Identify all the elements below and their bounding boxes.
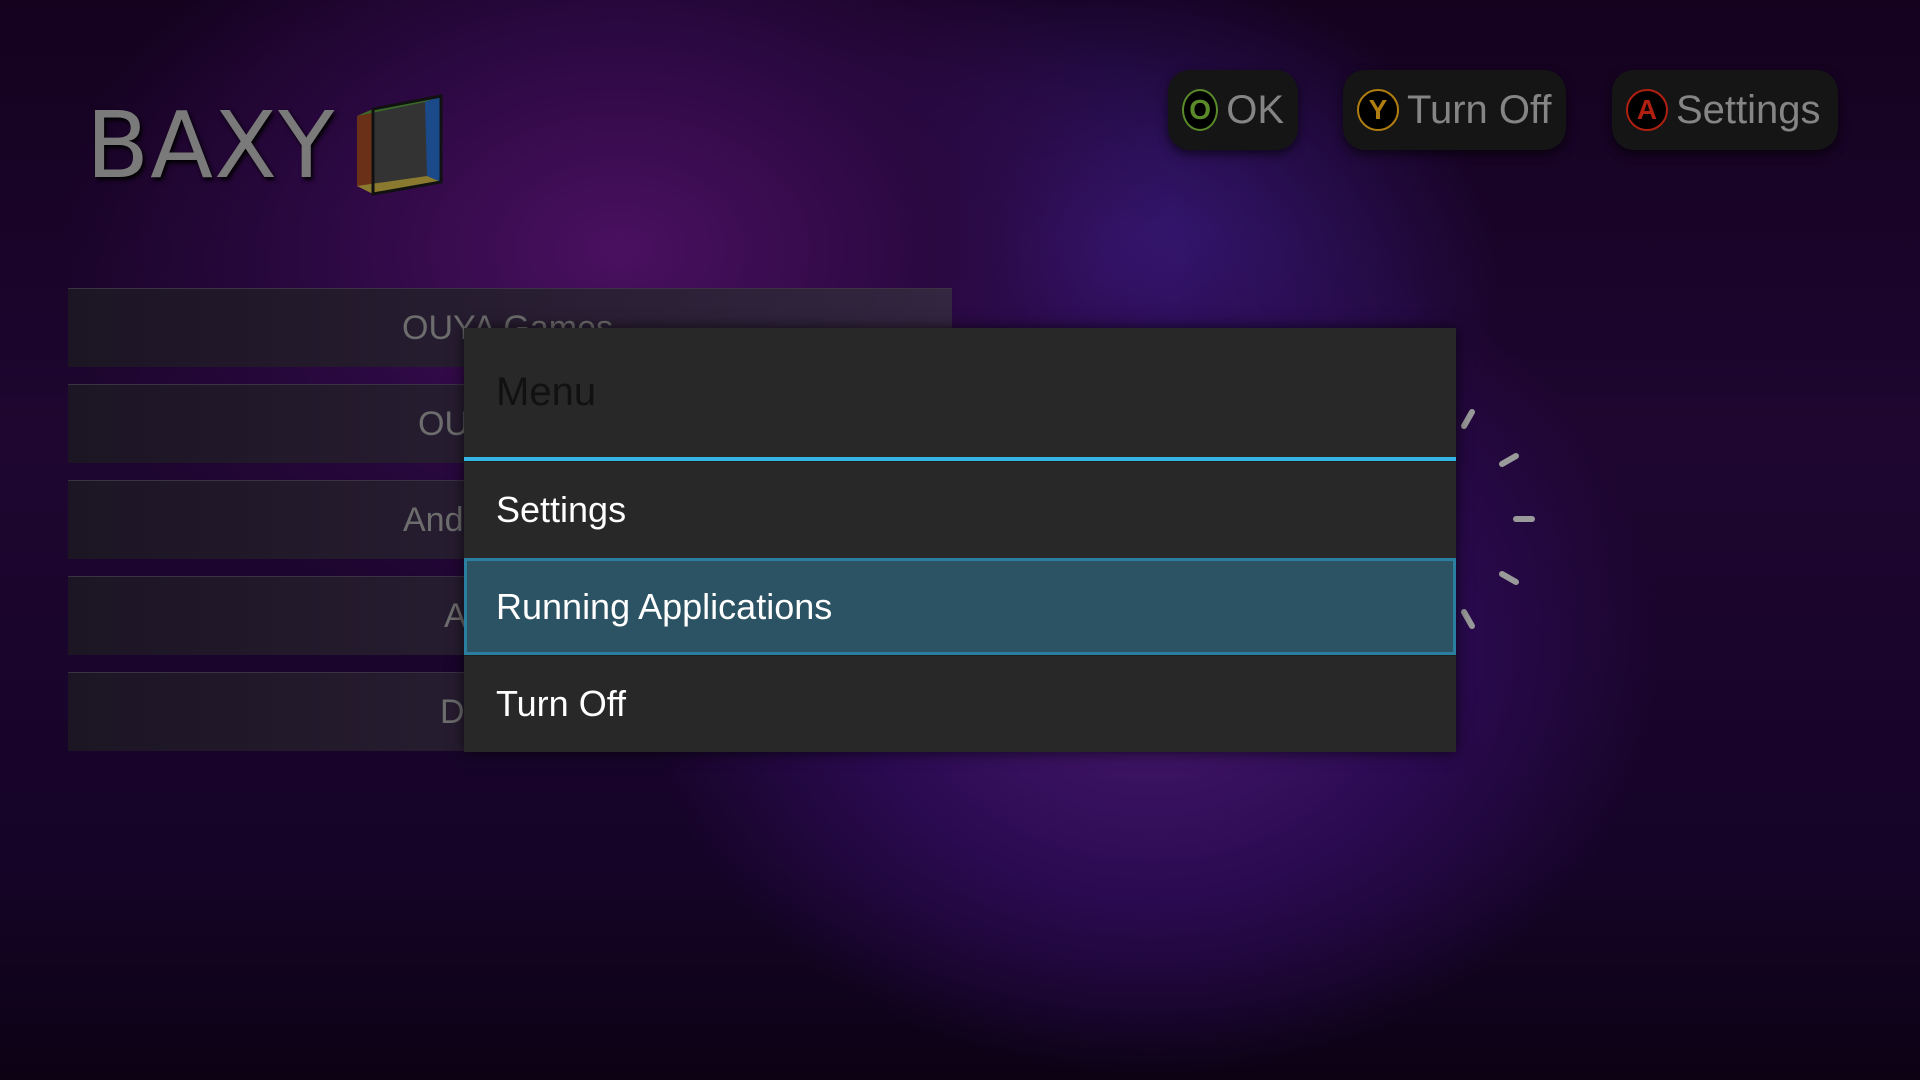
cube-logo-icon <box>357 93 443 196</box>
list-item-label: And <box>403 501 464 539</box>
ok-label: OK <box>1226 87 1284 132</box>
app-logo: BAXY <box>86 92 457 199</box>
menu-item-running-applications[interactable]: Running Applications <box>464 558 1456 655</box>
o-button-icon: O <box>1182 89 1219 131</box>
settings-button[interactable]: A Settings <box>1612 70 1838 150</box>
menu-dialog: Menu Settings Running Applications Turn … <box>464 328 1456 752</box>
logo-text: BAXY <box>86 92 336 199</box>
settings-label: Settings <box>1676 87 1821 132</box>
list-item-label: OU <box>418 405 469 443</box>
turn-off-label: Turn Off <box>1407 87 1552 132</box>
turn-off-button[interactable]: Y Turn Off <box>1343 70 1566 150</box>
dialog-title: Menu <box>496 370 597 414</box>
y-button-icon: Y <box>1357 89 1399 131</box>
list-item-label: D <box>440 693 465 731</box>
menu-item-settings[interactable]: Settings <box>464 461 1456 558</box>
ok-button[interactable]: O OK <box>1168 70 1298 150</box>
menu-item-turn-off[interactable]: Turn Off <box>464 655 1456 752</box>
a-button-icon: A <box>1626 89 1668 131</box>
